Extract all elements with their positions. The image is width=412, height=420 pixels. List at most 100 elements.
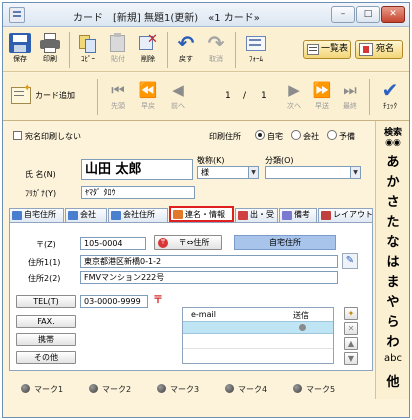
print-address-home-label: 自宅 [267, 132, 283, 141]
print-address-home-radio[interactable] [255, 130, 265, 140]
tab-notes[interactable]: 備考 [279, 208, 317, 222]
email-down-button[interactable]: ▼ [344, 352, 358, 365]
tab-send-receive[interactable]: 出・受 [235, 208, 278, 222]
form-button[interactable]: ﾌｫｰﾑ [239, 30, 273, 64]
index-ma[interactable]: ま [376, 271, 409, 290]
list-button[interactable]: 一覧表 [303, 40, 351, 59]
tab-home-address[interactable]: 自宅住所 [9, 208, 64, 222]
index-a[interactable]: あ [376, 151, 409, 170]
minimize-button[interactable]: – [331, 6, 355, 23]
delete-button[interactable]: ✕ 削除 [133, 30, 163, 64]
email-row-selected[interactable] [183, 321, 333, 334]
last-button[interactable]: ⏭ 最終 [335, 77, 365, 111]
fast-forward-button[interactable]: ⏩ 早送 [307, 77, 337, 111]
next-button[interactable]: ▶ 次へ [279, 77, 309, 111]
category-select[interactable]: ▼ [265, 166, 361, 179]
index-ta[interactable]: た [376, 211, 409, 230]
tab-company[interactable]: 会社 [65, 208, 107, 222]
mark-1[interactable]: マーク1 [21, 384, 63, 395]
fast-back-label: 早戻 [141, 102, 155, 110]
check-button[interactable]: ✔ ﾁｪｯｸ [373, 77, 407, 111]
search-index-button[interactable]: 検索 ◉◉ [376, 125, 409, 148]
copy-button[interactable]: ｺﾋﾟｰ [73, 30, 103, 64]
add-card-button[interactable]: ✦ カード追加 [7, 81, 91, 111]
fax-button[interactable]: FAX. [16, 315, 76, 328]
furigana-field[interactable]: ﾔﾏﾀﾞ ﾀﾛｳ [81, 186, 195, 199]
index-ha[interactable]: は [376, 251, 409, 270]
undo-button[interactable]: ↶ 戻す [171, 30, 201, 64]
name-field[interactable]: 山田 太郎 [81, 159, 193, 180]
email-up-button[interactable]: ▲ [344, 337, 358, 350]
email-tools: ✦ ✕ ▲ ▼ [344, 307, 358, 365]
tab-company-address[interactable]: 会社住所 [108, 208, 168, 222]
maximize-button[interactable]: □ [356, 6, 380, 23]
address2-label: 住所2(2) [28, 274, 61, 283]
index-wa[interactable]: わ [376, 331, 409, 350]
addressee-button[interactable]: 宛名 [355, 40, 403, 59]
print-address-company-label: 会社 [303, 132, 319, 141]
separator [369, 79, 370, 115]
send-radio[interactable] [299, 324, 306, 331]
first-button[interactable]: ⏮ 先頭 [103, 77, 133, 111]
tab-bar: 自宅住所 会社 会社住所 連名・情報 出・受 備考 レイアウト [9, 206, 373, 222]
close-button[interactable]: ✕ [381, 6, 405, 23]
mark-label: マーク4 [238, 385, 268, 394]
email-delete-button[interactable]: ✕ [344, 322, 358, 335]
chevron-down-icon[interactable]: ▼ [350, 167, 360, 178]
index-ra[interactable]: ら [376, 311, 409, 330]
email-row[interactable] [183, 335, 333, 349]
tab-joint-name-info[interactable]: 連名・情報 [169, 206, 234, 222]
tel-button[interactable]: TEL(T) [16, 295, 76, 308]
mark-label: マーク1 [34, 385, 64, 394]
print-address-company-radio[interactable] [291, 130, 301, 140]
zip-field[interactable]: 105-0004 [80, 237, 146, 250]
fast-back-button[interactable]: ⏪ 早戻 [133, 77, 163, 111]
mark-2[interactable]: マーク2 [89, 384, 131, 395]
index-ya[interactable]: や [376, 291, 409, 310]
zip-convert-button[interactable]: 〒 〒⇔住所 [154, 235, 222, 250]
mark-5[interactable]: マーク5 [293, 384, 335, 395]
mobile-button[interactable]: 携帯 [16, 333, 76, 346]
print-button[interactable]: 印刷 [35, 30, 65, 64]
last-record-icon: ⏭ [343, 81, 357, 99]
index-na[interactable]: な [376, 231, 409, 250]
card-position: 1 [225, 91, 231, 101]
mark-dot-icon [89, 384, 98, 393]
check-label: ﾁｪｯｸ [383, 102, 397, 110]
address1-field[interactable]: 東京都港区新橋0-1-2 [80, 255, 338, 268]
prev-button[interactable]: ◀ 前へ [163, 77, 193, 111]
tab-label: 会社 [80, 210, 96, 219]
index-ka[interactable]: か [376, 171, 409, 190]
building-icon [68, 211, 78, 220]
card-total: 1 [261, 91, 267, 101]
save-button[interactable]: 保存 [5, 30, 35, 64]
chevron-down-icon[interactable]: ▼ [248, 167, 258, 178]
paste-button[interactable]: 貼付 [103, 30, 133, 64]
honorific-select[interactable]: 様 ▼ [197, 166, 259, 179]
index-other[interactable]: 他 [376, 371, 409, 390]
tab-label: 備考 [294, 210, 310, 219]
phone-flag-icon[interactable]: 〒 [152, 294, 164, 308]
next-icon: ▶ [288, 81, 300, 99]
tab-label: 会社住所 [123, 210, 155, 219]
delete-label: 削除 [141, 55, 155, 63]
no-print-checkbox[interactable] [13, 131, 22, 140]
email-add-button[interactable]: ✦ [344, 307, 358, 320]
index-abc[interactable]: abc [376, 353, 409, 364]
separator [97, 79, 98, 115]
print-address-spare-radio[interactable] [327, 130, 337, 140]
home-address-button[interactable]: 自宅住所 [234, 235, 336, 250]
index-sa[interactable]: さ [376, 191, 409, 210]
undo-label: 戻す [179, 55, 193, 63]
address1-label: 住所1(1) [28, 258, 61, 267]
tel-field[interactable]: 03-0000-9999 [80, 295, 148, 308]
map-search-button[interactable]: ✎ [342, 253, 358, 269]
address2-field[interactable]: FMVマンション222号 [80, 271, 338, 284]
mark-4[interactable]: マーク4 [225, 384, 267, 395]
mark-3[interactable]: マーク3 [157, 384, 199, 395]
tab-layout[interactable]: レイアウト [318, 208, 373, 222]
other-button[interactable]: その他 [16, 351, 76, 364]
card-window: カード [新規] 無題1(更新) «1 カード» – □ ✕ 保存 印刷 ｺﾋﾟ… [2, 2, 410, 418]
redo-button[interactable]: ↷ 取消 [201, 30, 231, 64]
home-icon [12, 211, 22, 220]
